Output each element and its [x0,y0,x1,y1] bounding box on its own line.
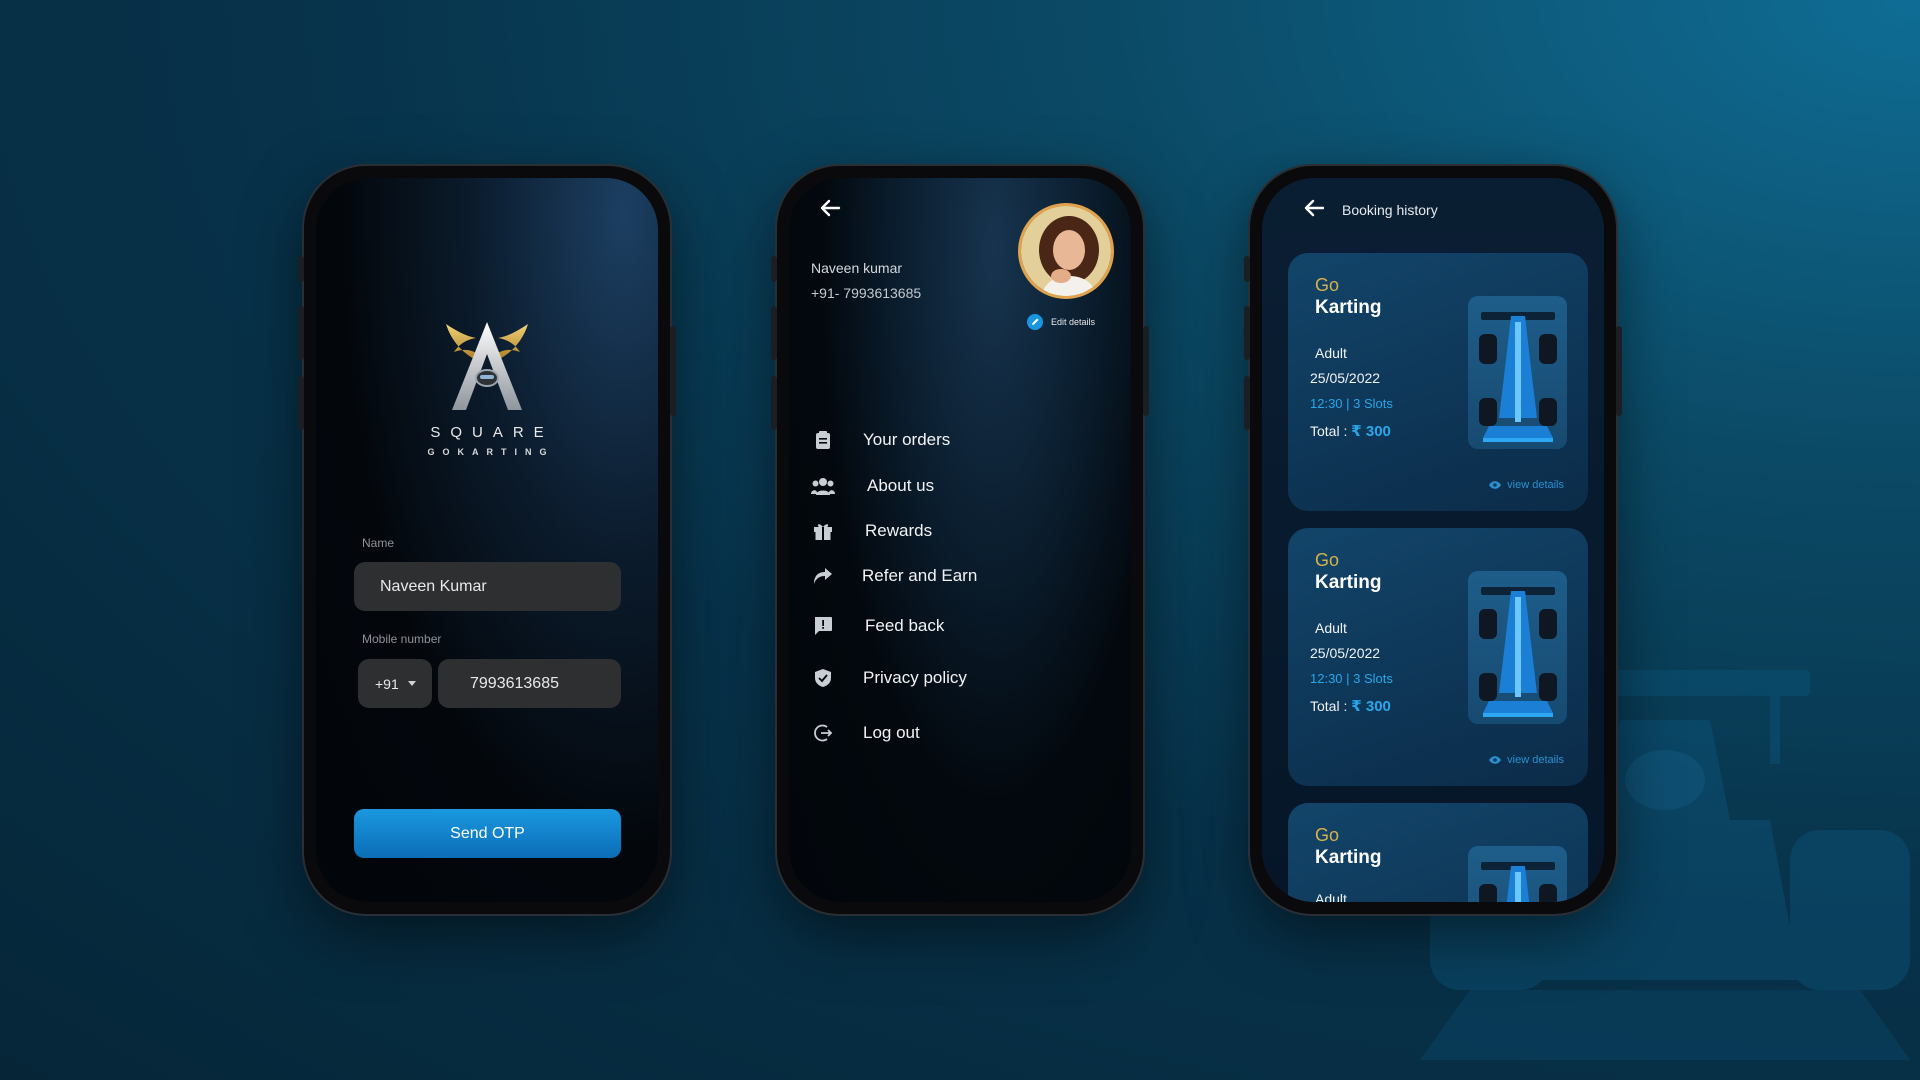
card-title: Karting [1315,572,1382,593]
card-date: 25/05/2022 [1310,645,1381,661]
card-ticket-type: Adult [1315,345,1347,361]
menu-label-feed-back: Feed back [865,616,945,635]
page-title: Booking history [1342,202,1438,218]
mobile-input-value: 7993613685 [470,674,559,692]
menu-item-your-orders[interactable]: Your orders [811,428,950,452]
edit-details-button[interactable]: Edit details [1027,314,1095,330]
card-go-label: Go [1315,825,1340,845]
chevron-down-icon [407,680,416,686]
card-ticket-type: Adult [1315,620,1347,636]
brand-name: SQUARE [430,424,554,441]
card-go-label: Go [1315,275,1340,295]
phone-booking-history: Booking history Go Karting Adult 25/05/2… [1244,166,1622,914]
race-car-icon [1478,311,1557,442]
race-car-icon [1478,861,1557,902]
name-label: Name [362,536,395,550]
kart-image [1468,846,1567,902]
send-otp-button[interactable]: Send OTP [354,809,621,858]
menu-item-rewards[interactable]: Rewards [811,519,932,543]
menu-label-about-us: About us [867,476,935,495]
logout-icon [811,721,835,745]
menu-label-privacy-policy: Privacy policy [863,668,967,687]
card-ticket-type: Adult [1315,891,1347,902]
mobile-input[interactable]: 7993613685 [438,659,621,708]
menu-item-log-out[interactable]: Log out [811,721,920,745]
country-code-value: +91 [375,675,399,692]
view-details-label: view details [1507,754,1564,766]
back-arrow-icon[interactable] [1303,197,1325,219]
card-title: Karting [1315,847,1382,868]
clipboard-icon [811,428,835,452]
winged-a-logo-icon [446,322,528,410]
menu-label-rewards: Rewards [865,521,933,540]
view-details-link[interactable]: view details [1489,479,1564,491]
card-total-amount: ₹ 300 [1351,423,1391,440]
country-code-select[interactable]: +91 [358,659,432,708]
profile-phone: +91- 7993613685 [811,285,922,301]
menu-item-refer-and-earn[interactable]: Refer and Earn [811,564,977,588]
phone-login: SQUARE GOKARTING Name Naveen Kumar Mobil… [298,166,676,914]
card-total-label: Total : [1310,698,1348,714]
kart-image [1468,571,1567,724]
name-input[interactable]: Naveen Kumar [354,562,621,611]
race-car-icon [1478,586,1557,717]
card-title: Karting [1315,297,1382,318]
avatar[interactable] [1018,203,1114,299]
profile-name: Naveen kumar [811,260,903,276]
brand-subtitle: GOKARTING [427,447,555,457]
card-total-label: Total : [1310,423,1348,439]
profile-screen: Naveen kumar +91- 7993613685 Edit detail… [789,178,1131,902]
menu-item-privacy-policy[interactable]: Privacy policy [811,666,967,690]
menu-item-feed-back[interactable]: Feed back [811,614,944,638]
view-details-link[interactable]: view details [1489,754,1564,766]
card-slot: 12:30 | 3 Slots [1310,396,1393,411]
gift-icon [811,519,835,543]
card-date: 25/05/2022 [1310,370,1381,386]
brand-logo: SQUARE GOKARTING [316,318,658,457]
feedback-icon [811,614,835,638]
menu-label-refer-and-earn: Refer and Earn [862,566,978,585]
booking-history-screen: Booking history Go Karting Adult 25/05/2… [1262,178,1604,902]
card-slot: 12:30 | 3 Slots [1310,671,1393,686]
mobile-label: Mobile number [362,632,442,646]
booking-card[interactable]: Go Karting Adult [1288,803,1588,902]
avatar-photo-icon [1021,206,1111,296]
phone-profile-menu: Naveen kumar +91- 7993613685 Edit detail… [771,166,1149,914]
eye-icon [1489,481,1502,489]
kart-image [1468,296,1567,449]
login-screen: SQUARE GOKARTING Name Naveen Kumar Mobil… [316,178,658,902]
card-total: Total : ₹ 300 [1310,422,1391,440]
card-go-label: Go [1315,550,1340,570]
booking-card[interactable]: Go Karting Adult 25/05/2022 12:30 | 3 Sl… [1288,253,1588,511]
users-icon [811,474,835,498]
eye-icon [1489,756,1502,764]
edit-details-label: Edit details [1051,317,1096,327]
card-total-amount: ₹ 300 [1351,698,1391,715]
back-arrow-icon[interactable] [819,197,841,219]
shield-icon [811,666,835,690]
card-total: Total : ₹ 300 [1310,697,1391,715]
menu-item-about-us[interactable]: About us [811,474,934,498]
share-icon [811,564,835,588]
view-details-label: view details [1507,479,1564,491]
menu-label-log-out: Log out [863,723,920,742]
name-input-value: Naveen Kumar [380,577,487,595]
pencil-icon [1027,314,1043,330]
booking-card[interactable]: Go Karting Adult 25/05/2022 12:30 | 3 Sl… [1288,528,1588,786]
menu-label-your-orders: Your orders [863,430,951,449]
